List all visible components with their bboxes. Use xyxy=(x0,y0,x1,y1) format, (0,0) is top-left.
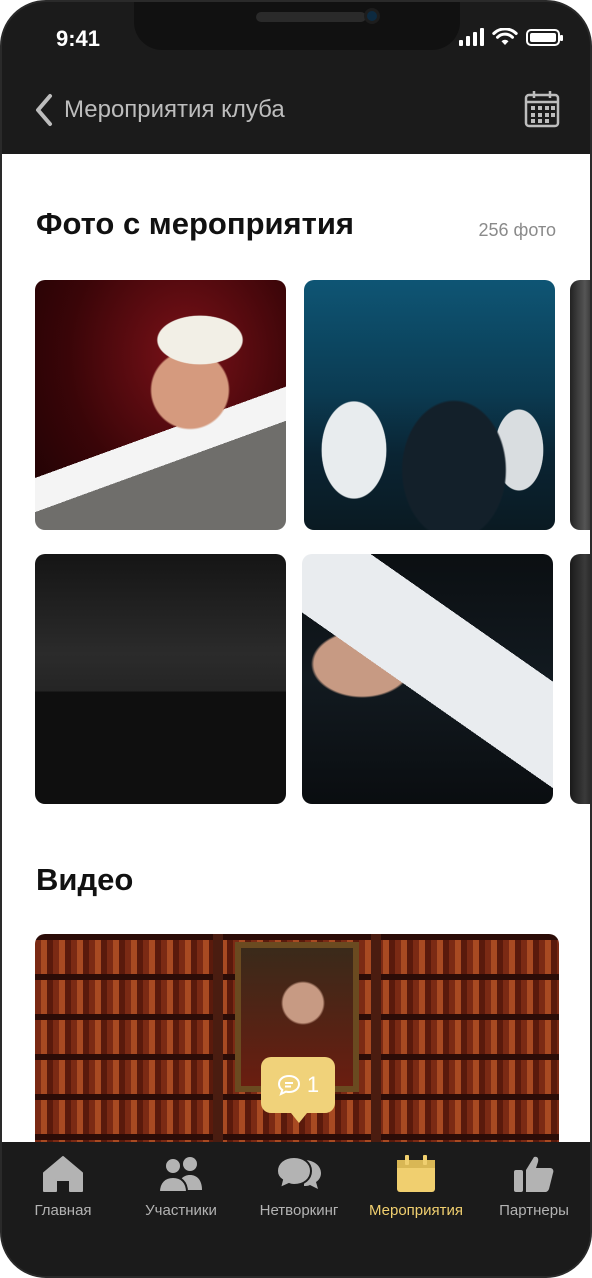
photos-section-title: Фото с мероприятия xyxy=(36,206,354,241)
status-time: 9:41 xyxy=(56,26,101,51)
chevron-left-icon xyxy=(36,94,52,126)
wifi-icon xyxy=(492,28,518,45)
tab-label: Нетворкинг xyxy=(259,1202,339,1219)
speaker xyxy=(256,12,366,22)
tab-home[interactable]: Главная xyxy=(3,1154,123,1219)
battery-icon xyxy=(526,28,563,46)
tab-partners[interactable]: Партнеры xyxy=(474,1154,590,1219)
tab-events[interactable]: Мероприятия xyxy=(356,1154,476,1219)
back-button[interactable]: Мероприятия клуба xyxy=(30,92,285,128)
tab-bar: Главная Участники Нетворкинг Мероприятия… xyxy=(2,1142,590,1276)
tab-label: Главная xyxy=(34,1202,92,1219)
calendar-icon xyxy=(397,1155,435,1192)
tab-networking[interactable]: Нетворкинг xyxy=(239,1154,359,1219)
signal-icon xyxy=(459,28,484,46)
comment-bubble[interactable]: 1 xyxy=(261,1057,335,1123)
status-bar: 9:41 xyxy=(2,2,590,72)
camera xyxy=(364,8,380,24)
users-icon xyxy=(157,1157,202,1193)
photo-thumbnail[interactable] xyxy=(35,280,286,530)
chat-icon xyxy=(275,1155,321,1190)
tab-label: Партнеры xyxy=(499,1202,569,1219)
tab-participants[interactable]: Участники xyxy=(121,1154,241,1219)
page-title: Мероприятия клуба xyxy=(64,96,285,123)
photo-thumbnail[interactable] xyxy=(35,554,286,804)
tab-label: Мероприятия xyxy=(368,1202,464,1219)
photo-thumbnail[interactable] xyxy=(304,280,555,530)
notch xyxy=(134,2,460,50)
video-section-title: Видео xyxy=(36,862,134,897)
tab-label: Участники xyxy=(145,1202,217,1219)
thumbs-up-icon xyxy=(514,1156,554,1192)
header: Мероприятия клуба xyxy=(2,72,590,154)
comment-count: 1 xyxy=(306,1072,320,1097)
phone-frame: 9:41 Мероприятия клуба Фото с мероприяти… xyxy=(0,0,592,1278)
photo-thumbnail[interactable] xyxy=(570,554,590,804)
calendar-button[interactable] xyxy=(524,90,560,128)
photo-count[interactable]: 256 фото xyxy=(478,220,556,241)
photo-thumbnail[interactable] xyxy=(570,280,590,530)
comment-icon xyxy=(277,1074,300,1096)
content-area: Фото с мероприятия 256 фото Видео xyxy=(2,154,590,1142)
home-icon xyxy=(43,1156,83,1192)
photo-thumbnail[interactable] xyxy=(302,554,553,804)
status-icons xyxy=(459,28,563,46)
